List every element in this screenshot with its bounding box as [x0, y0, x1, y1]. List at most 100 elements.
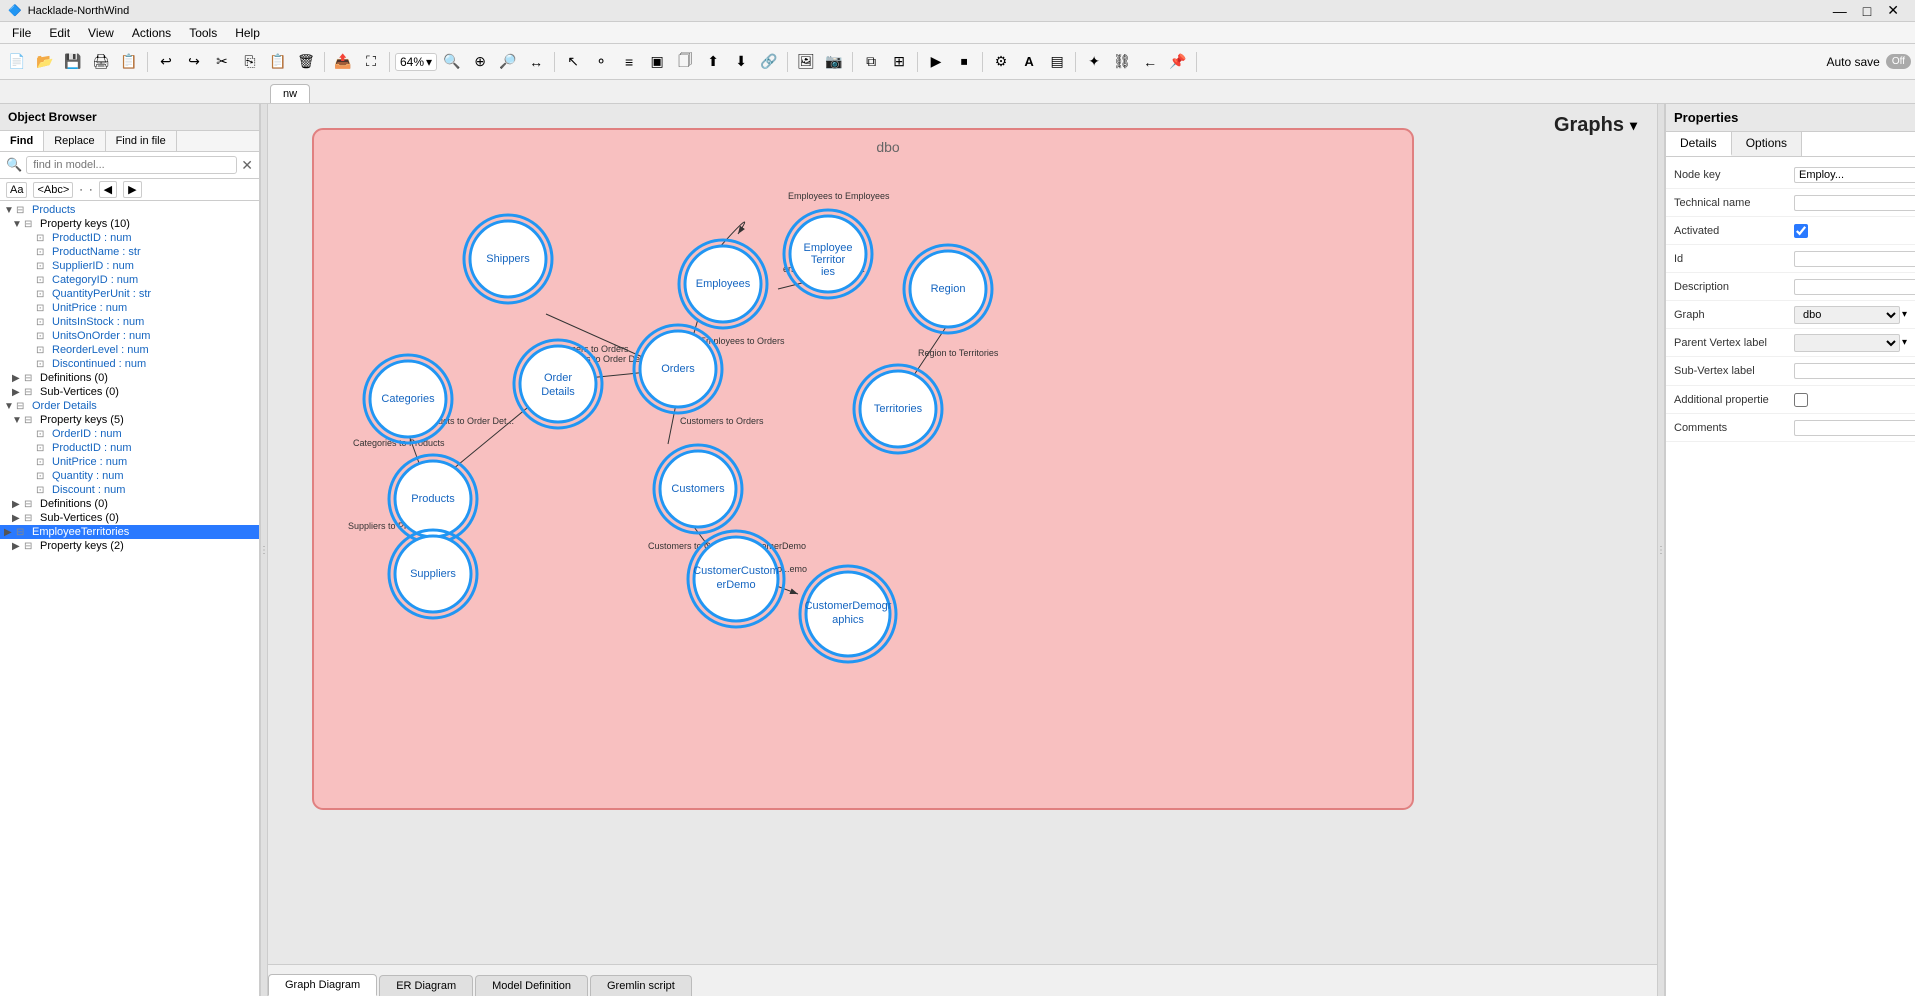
- stop-btn[interactable]: ⏹: [951, 49, 977, 75]
- canvas-area[interactable]: Graphs ▾ dbo Employ: [268, 104, 1657, 964]
- zoom-control[interactable]: 64% ▾: [395, 53, 437, 71]
- tree-item-t24[interactable]: ▶⊟EmployeeTerritories: [0, 525, 259, 539]
- graphs-dropdown-icon[interactable]: ▾: [1630, 117, 1637, 134]
- window-btn[interactable]: ⧉: [858, 49, 884, 75]
- clear-search-btn[interactable]: ✕: [241, 157, 253, 174]
- tree-item-t2[interactable]: ▼⊟Property keys (10): [0, 217, 259, 231]
- find-in-file-tab[interactable]: Find in file: [106, 131, 177, 151]
- tab-model-definition[interactable]: Model Definition: [475, 975, 588, 996]
- new-btn[interactable]: 📄: [4, 49, 30, 75]
- prop-select-graph[interactable]: dbo: [1794, 306, 1900, 324]
- prop-input-technical-name[interactable]: [1794, 195, 1915, 211]
- node-territories[interactable]: Territories: [854, 365, 942, 453]
- menu-view[interactable]: View: [80, 24, 122, 42]
- tree-item-t3[interactable]: ⊡ProductID : num: [0, 231, 259, 245]
- node-customerdemographics[interactable]: CustomerDemogr aphics: [800, 566, 896, 662]
- tree-item-t18[interactable]: ⊡ProductID : num: [0, 441, 259, 455]
- menu-tools[interactable]: Tools: [181, 24, 225, 42]
- cut-btn[interactable]: ✂: [209, 49, 235, 75]
- connect-btn[interactable]: ⚬: [588, 49, 614, 75]
- tab-er-diagram[interactable]: ER Diagram: [379, 975, 473, 996]
- prop-input-id[interactable]: [1794, 251, 1915, 267]
- nav-prev-btn[interactable]: ◀: [99, 181, 117, 198]
- tree-item-t7[interactable]: ⊡QuantityPerUnit : str: [0, 287, 259, 301]
- node-customercustomerdemo[interactable]: CustomerCustom erDemo: [688, 531, 784, 627]
- tree-item-t19[interactable]: ⊡UnitPrice : num: [0, 455, 259, 469]
- autosave-toggle[interactable]: Off: [1886, 54, 1911, 69]
- left-resize-handle[interactable]: ⋮: [260, 104, 268, 996]
- save-as-btn[interactable]: 📋: [116, 49, 142, 75]
- tree-item-t9[interactable]: ⊡UnitsInStock : num: [0, 315, 259, 329]
- node-region[interactable]: Region: [904, 245, 992, 333]
- props-tab-details[interactable]: Details: [1666, 132, 1732, 156]
- prop-input-node-key[interactable]: [1794, 167, 1915, 183]
- copy-btn[interactable]: ⎘: [237, 49, 263, 75]
- node-shippers[interactable]: Shippers: [464, 215, 552, 303]
- image-btn[interactable]: 🖼: [793, 49, 819, 75]
- star-btn[interactable]: ✦: [1081, 49, 1107, 75]
- right-resize-handle[interactable]: ⋮: [1657, 104, 1665, 996]
- zoom-fit-btn[interactable]: ↔: [523, 49, 549, 75]
- prop-input-description[interactable]: [1794, 279, 1915, 295]
- tree-item-t16[interactable]: ▼⊟Property keys (5): [0, 413, 259, 427]
- tree-item-t5[interactable]: ⊡SupplierID : num: [0, 259, 259, 273]
- node-suppliers[interactable]: Suppliers: [389, 530, 477, 618]
- print-btn[interactable]: 🖨: [88, 49, 114, 75]
- menu-actions[interactable]: Actions: [124, 24, 179, 42]
- link2-btn[interactable]: ⛓: [1109, 49, 1135, 75]
- node-employees[interactable]: Employees: [679, 240, 767, 328]
- prop-input-sub-vertex[interactable]: [1794, 363, 1915, 379]
- props-tab-options[interactable]: Options: [1732, 132, 1802, 156]
- menu-edit[interactable]: Edit: [41, 24, 78, 42]
- node-employeeterritories[interactable]: Employee Territor ies: [784, 210, 872, 298]
- send-back-btn[interactable]: ⬇: [728, 49, 754, 75]
- cursor-btn[interactable]: ↖: [560, 49, 586, 75]
- export-btn[interactable]: 📤: [330, 49, 356, 75]
- prop-select-parent-vertex[interactable]: [1794, 334, 1900, 352]
- delete-btn[interactable]: 🗑: [293, 49, 319, 75]
- prop-checkbox-activated[interactable]: [1794, 224, 1808, 238]
- photo-btn[interactable]: 📷: [821, 49, 847, 75]
- minimize-btn[interactable]: —: [1825, 3, 1855, 19]
- pin-btn[interactable]: 📌: [1165, 49, 1191, 75]
- paste-btn[interactable]: 📋: [265, 49, 291, 75]
- find-tab[interactable]: Find: [0, 131, 44, 151]
- font-btn[interactable]: A: [1016, 49, 1042, 75]
- tree-item-t21[interactable]: ⊡Discount : num: [0, 483, 259, 497]
- tree-item-t11[interactable]: ⊡ReorderLevel : num: [0, 343, 259, 357]
- tab-gremlin-script[interactable]: Gremlin script: [590, 975, 692, 996]
- replace-tab[interactable]: Replace: [44, 131, 105, 151]
- bring-front-btn[interactable]: ⬆: [700, 49, 726, 75]
- tree-item-et-propkeys[interactable]: ▶⊟Property keys (2): [0, 539, 259, 553]
- menu-help[interactable]: Help: [227, 24, 268, 42]
- diagram-svg[interactable]: dbo Employees to Employees Shippers to O…: [268, 104, 1657, 964]
- ungroup-btn[interactable]: 🗍: [672, 49, 698, 75]
- tree-item-t13[interactable]: ▶⊟Definitions (0): [0, 371, 259, 385]
- nav-next-btn[interactable]: ▶: [123, 181, 141, 198]
- tree-item-t15[interactable]: ▼⊟Order Details: [0, 399, 259, 413]
- whole-word-btn[interactable]: <Abc>: [33, 182, 73, 198]
- layout-btn[interactable]: ⊞: [886, 49, 912, 75]
- settings-btn[interactable]: ⚙: [988, 49, 1014, 75]
- tree-item-t22[interactable]: ▶⊟Definitions (0): [0, 497, 259, 511]
- save-btn[interactable]: 💾: [60, 49, 86, 75]
- link-btn[interactable]: 🔗: [756, 49, 782, 75]
- node-orders[interactable]: Orders: [634, 325, 722, 413]
- undo-btn[interactable]: ↩: [153, 49, 179, 75]
- prop-checkbox-additional[interactable]: [1794, 393, 1808, 407]
- zoom-in-btn[interactable]: 🔍: [439, 49, 465, 75]
- tree-item-t10[interactable]: ⊡UnitsOnOrder : num: [0, 329, 259, 343]
- case-sensitive-btn[interactable]: Aa: [6, 182, 27, 198]
- search-input[interactable]: [26, 156, 237, 174]
- tab-graph-diagram[interactable]: Graph Diagram: [268, 974, 377, 996]
- align-left-btn[interactable]: ≡: [616, 49, 642, 75]
- tree-item-t14[interactable]: ▶⊟Sub-Vertices (0): [0, 385, 259, 399]
- zoom-out-btn[interactable]: 🔎: [495, 49, 521, 75]
- tree-item-t6[interactable]: ⊡CategoryID : num: [0, 273, 259, 287]
- play-btn[interactable]: ▶: [923, 49, 949, 75]
- group-btn[interactable]: ▣: [644, 49, 670, 75]
- tree-item-t1[interactable]: ▼⊟Products: [0, 203, 259, 217]
- zoom-in2-btn[interactable]: ⊕: [467, 49, 493, 75]
- tree-item-t23[interactable]: ▶⊟Sub-Vertices (0): [0, 511, 259, 525]
- open-btn[interactable]: 📂: [32, 49, 58, 75]
